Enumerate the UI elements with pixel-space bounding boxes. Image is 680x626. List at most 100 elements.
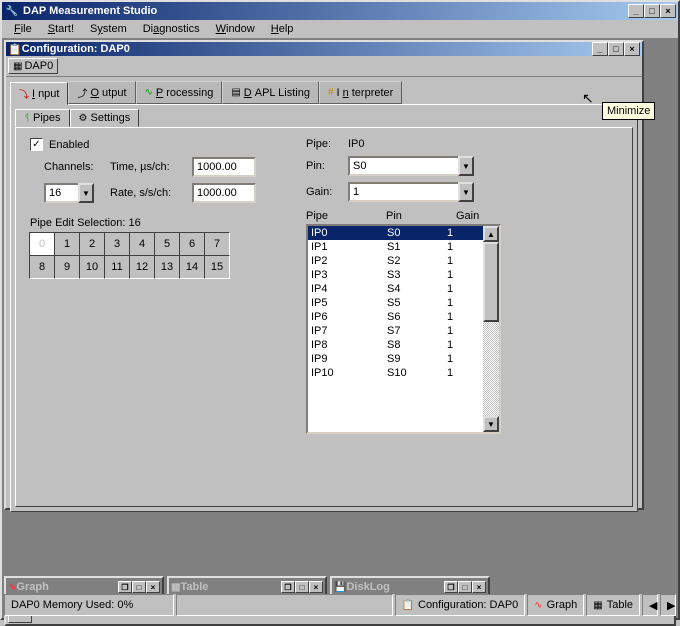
scroll-down-button[interactable]: ▼ (483, 416, 499, 432)
tab-panel: ᛩ Pipes ⚙ Settings ✓ Enabled Channels: T… (10, 104, 638, 512)
gain-dropdown-button[interactable]: ▼ (458, 182, 474, 202)
config-minimize-button[interactable]: _ (592, 42, 608, 56)
pipe-row-IP9[interactable]: IP9S91 (308, 352, 483, 366)
status-scroll-right[interactable]: ▶ (660, 594, 676, 616)
pipe-row-IP4[interactable]: IP4S41 (308, 282, 483, 296)
minimize-tooltip: Minimize (602, 102, 655, 120)
dap0-toolbar-button[interactable]: ▦ DAP0 (8, 58, 58, 74)
time-field[interactable] (192, 157, 256, 177)
col-gain: Gain (456, 210, 486, 222)
main-minimize-button[interactable]: _ (628, 4, 644, 18)
sub-tabs: ᛩ Pipes ⚙ Settings (15, 109, 633, 127)
status-graph-cell[interactable]: ∿ Graph (527, 594, 584, 616)
chip-icon: ▦ (13, 61, 22, 72)
main-close-button[interactable]: × (660, 4, 676, 18)
listing-icon: ▤ (231, 87, 240, 98)
pin-field[interactable] (348, 156, 458, 176)
col-pin: Pin (386, 210, 456, 222)
pipe-row-IP5[interactable]: IP5S51 (308, 296, 483, 310)
time-label: Time, µs/ch: (110, 161, 186, 173)
graph-icon: ∿ (8, 582, 16, 593)
tab-dapl-listing[interactable]: ▤ DAPL Listing (222, 81, 319, 104)
grid-cell-9[interactable]: 9 (54, 255, 80, 279)
menu-window[interactable]: Window (208, 21, 263, 37)
table-title: Table (180, 581, 281, 593)
scroll-track[interactable] (483, 242, 499, 416)
grid-cell-1[interactable]: 1 (54, 232, 80, 256)
table-close-button[interactable]: × (309, 581, 323, 593)
pipe-rows[interactable]: IP0S01IP1S11IP2S21IP3S31IP4S41IP5S51IP6S… (308, 226, 483, 432)
pipe-row-IP7[interactable]: IP7S71 (308, 324, 483, 338)
menu-system[interactable]: System (82, 21, 135, 37)
grid-cell-11[interactable]: 11 (104, 255, 130, 279)
config-toolbar: ▦ DAP0 (6, 56, 642, 77)
pipe-edit-grid: 01234567 89101112131415 (30, 233, 290, 279)
tab-processing[interactable]: ∿ Processing (136, 81, 223, 104)
disklog-icon: 💾 (334, 582, 346, 593)
grid-cell-10[interactable]: 10 (79, 255, 105, 279)
pipe-row-IP8[interactable]: IP8S81 (308, 338, 483, 352)
tab-input[interactable]: ⤵ Input (10, 82, 68, 105)
status-spacer (176, 594, 393, 616)
menu-file[interactable]: File (6, 21, 40, 37)
config-maximize-button[interactable]: □ (608, 42, 624, 56)
subtab-settings[interactable]: ⚙ Settings (70, 109, 140, 127)
grid-cell-7[interactable]: 7 (204, 232, 230, 256)
table-restore-button[interactable]: ❐ (281, 581, 295, 593)
gain-field[interactable] (348, 182, 458, 202)
channels-dropdown-button[interactable]: ▼ (78, 183, 94, 203)
main-maximize-button[interactable]: □ (644, 4, 660, 18)
pipe-row-IP0[interactable]: IP0S01 (308, 226, 483, 240)
pipe-row-IP1[interactable]: IP1S11 (308, 240, 483, 254)
graph-close-button[interactable]: × (146, 581, 160, 593)
status-table-cell[interactable]: ▦ Table (586, 594, 640, 616)
menu-start[interactable]: Start! (40, 21, 82, 37)
status-scroll-left[interactable]: ◀ (642, 594, 658, 616)
scroll-up-button[interactable]: ▲ (483, 226, 499, 242)
disklog-max-button[interactable]: □ (458, 581, 472, 593)
grid-cell-15[interactable]: 15 (204, 255, 230, 279)
pipe-row-IP3[interactable]: IP3S31 (308, 268, 483, 282)
graph-max-button[interactable]: □ (132, 581, 146, 593)
app-title: DAP Measurement Studio (23, 5, 628, 17)
table-status-icon: ▦ (593, 600, 602, 611)
grid-cell-13[interactable]: 13 (154, 255, 180, 279)
grid-cell-3[interactable]: 3 (104, 232, 130, 256)
table-max-button[interactable]: □ (295, 581, 309, 593)
grid-cell-12[interactable]: 12 (129, 255, 155, 279)
grid-cell-6[interactable]: 6 (179, 232, 205, 256)
col-pipe: Pipe (306, 210, 386, 222)
pipe-scrollbar[interactable]: ▲ ▼ (483, 226, 499, 432)
gain-label: Gain: (306, 186, 342, 198)
interpreter-icon: # (328, 87, 334, 98)
grid-cell-0[interactable]: 0 (29, 232, 55, 256)
settings-icon: ⚙ (79, 113, 88, 124)
graph-restore-button[interactable]: ❐ (118, 581, 132, 593)
pipe-row-IP6[interactable]: IP6S61 (308, 310, 483, 324)
grid-cell-2[interactable]: 2 (79, 232, 105, 256)
tab-output[interactable]: ⤴ Output (68, 81, 135, 104)
pipe-table-header: Pipe Pin Gain (306, 210, 501, 222)
grid-cell-8[interactable]: 8 (29, 255, 55, 279)
input-icon: ⤵ (19, 86, 29, 101)
pipe-row-IP2[interactable]: IP2S21 (308, 254, 483, 268)
tab-interpreter[interactable]: # Interpreter (319, 81, 402, 104)
config-tabs: ⤵ Input ⤴ Output ∿ Processing ▤ DAPL Lis… (6, 77, 642, 104)
disklog-restore-button[interactable]: ❐ (444, 581, 458, 593)
menu-help[interactable]: Help (263, 21, 302, 37)
enabled-checkbox[interactable]: ✓ (30, 138, 43, 151)
grid-cell-5[interactable]: 5 (154, 232, 180, 256)
pin-dropdown-button[interactable]: ▼ (458, 156, 474, 176)
scroll-thumb[interactable] (483, 242, 499, 322)
grid-cell-14[interactable]: 14 (179, 255, 205, 279)
subtab-pipes[interactable]: ᛩ Pipes (15, 109, 70, 127)
grid-cell-4[interactable]: 4 (129, 232, 155, 256)
channels-field[interactable] (44, 183, 78, 203)
disklog-close-button[interactable]: × (472, 581, 486, 593)
status-config-cell[interactable]: 📋 Configuration: DAP0 (395, 594, 526, 616)
menu-diagnostics[interactable]: Diagnostics (135, 21, 208, 37)
config-close-button[interactable]: × (624, 42, 640, 56)
rate-field[interactable] (192, 183, 256, 203)
pipe-row-IP10[interactable]: IP10S101 (308, 366, 483, 380)
rate-label: Rate, s/s/ch: (110, 187, 186, 199)
